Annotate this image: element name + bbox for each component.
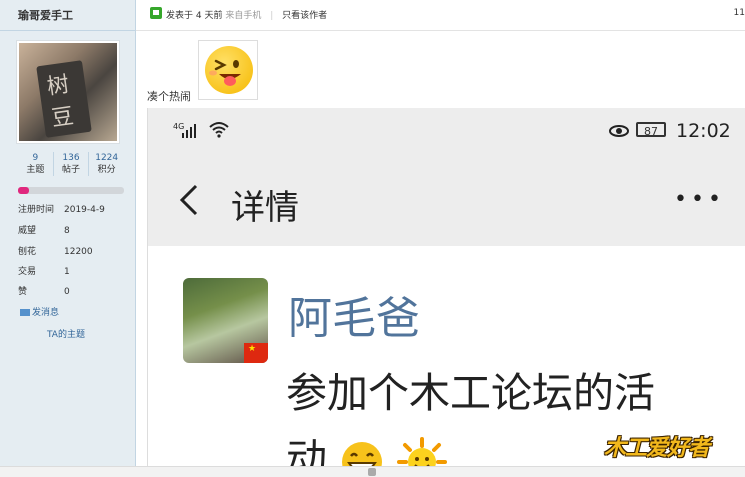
info-key: 刨花	[18, 247, 37, 257]
posted-info: 发表于 4 天前 来自手机 | 只看该作者	[166, 8, 327, 21]
info-value: 0	[64, 287, 70, 297]
only-author-link[interactable]: 只看该作者	[282, 11, 327, 21]
signal-icon	[182, 124, 196, 138]
info-row-register: 注册时间 2019-4-9	[18, 202, 105, 215]
send-message-label: 发消息	[32, 308, 60, 318]
wifi-icon	[209, 122, 229, 138]
posted-time: 4 天前	[195, 11, 223, 21]
stat-points-label: 积分	[97, 165, 116, 175]
avatar-stone-seal: 树 豆	[36, 60, 92, 138]
info-row-likes: 赞0	[18, 284, 70, 297]
author-avatar[interactable]: 树 豆	[16, 40, 120, 144]
china-flag-icon	[244, 343, 268, 363]
info-key: 注册时间	[18, 205, 55, 215]
stat-points-value: 1224	[95, 153, 119, 163]
message-line-1: 参加个木工论坛的活	[286, 369, 655, 417]
contact-avatar	[183, 278, 268, 363]
stat-topics-label: 主题	[26, 165, 45, 175]
separator: |	[270, 11, 274, 21]
site-watermark: 木工爱好者	[604, 436, 710, 461]
post-text: 凑个热闹	[147, 90, 191, 103]
back-chevron-icon	[179, 184, 198, 216]
stat-topics[interactable]: 9 主题	[18, 152, 53, 176]
battery-icon: 87	[636, 122, 666, 138]
author-username[interactable]: 瑜哥爱手工	[18, 7, 73, 23]
status-time: 12:02	[676, 120, 731, 142]
more-icon: •••	[674, 187, 725, 212]
emoji-image	[198, 40, 258, 100]
contact-name: 阿毛爸	[288, 293, 420, 344]
stat-posts[interactable]: 136 帖子	[52, 152, 89, 176]
ta-topics-link[interactable]: TA的主题	[47, 327, 85, 340]
info-value: 8	[64, 226, 70, 236]
floor-number[interactable]: 11	[734, 8, 745, 18]
avatar-image: 树 豆	[19, 43, 117, 141]
stat-posts-value: 136	[62, 153, 80, 163]
winking-tongue-emoji-icon	[205, 46, 253, 94]
author-sidebar: 瑜哥爱手工 树 豆 9 主题 136 帖子 1224 积分 注册时间 2019-4…	[0, 0, 136, 476]
level-progress-bar	[18, 187, 124, 194]
sidebar-divider	[0, 30, 135, 31]
post-source: 来自手机	[225, 11, 262, 21]
author-stats: 9 主题 136 帖子 1224 积分	[18, 152, 124, 176]
eye-comfort-icon	[609, 125, 629, 137]
posted-icon	[150, 7, 162, 19]
info-key: 威望	[18, 226, 37, 236]
level-progress-fill	[18, 187, 29, 194]
info-key: 赞	[18, 287, 28, 297]
stat-points[interactable]: 1224 积分	[88, 152, 124, 176]
post-header: 发表于 4 天前 来自手机 | 只看该作者 11	[136, 0, 745, 31]
send-message-link[interactable]: 发消息	[20, 305, 59, 318]
info-row-trades: 交易 1	[18, 264, 70, 277]
scroll-handle[interactable]	[368, 468, 376, 476]
mail-icon	[20, 309, 30, 316]
posted-prefix: 发表于	[166, 11, 194, 21]
attached-screenshot[interactable]: 4G 87 12:02 详情 ••• 阿毛爸 参加个木工论坛的活 动	[147, 108, 745, 476]
info-value: 1	[64, 267, 70, 277]
info-row-prestige: 威望 8	[18, 223, 70, 236]
info-value: 2019-4-9	[64, 205, 105, 215]
phone-status-bar: 4G 87 12:02	[148, 108, 745, 156]
stat-posts-label: 帖子	[62, 165, 81, 175]
nav-title: 详情	[231, 188, 299, 228]
info-row-shavings: 刨花 12200	[18, 244, 93, 257]
info-key: 交易	[18, 267, 37, 277]
info-value: 12200	[64, 247, 93, 257]
stat-topics-value: 9	[32, 153, 39, 163]
